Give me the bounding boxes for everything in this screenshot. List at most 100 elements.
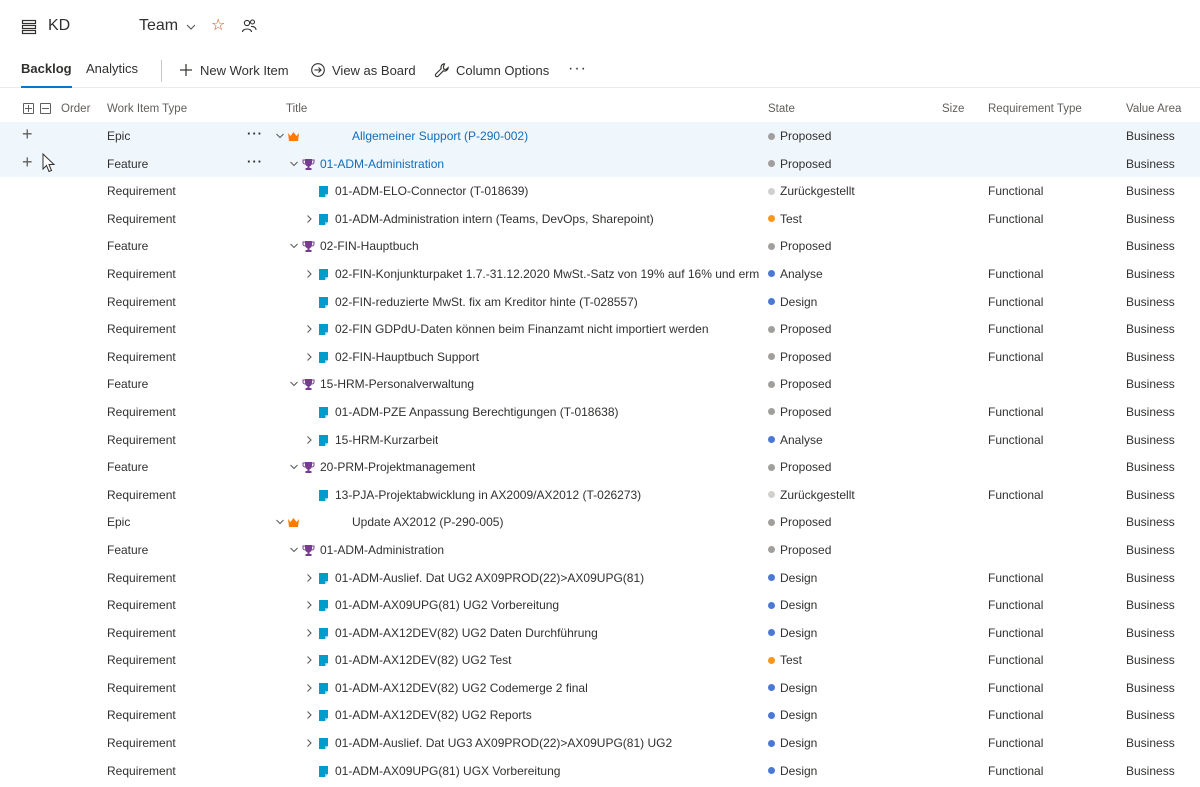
work-item-title[interactable]: 01-ADM-ELO-Connector (T-018639) [335,184,528,198]
backlog-grid: + Epic ··· Allgemeiner Support (P-290-002) P… [0,122,1200,784]
work-item-title[interactable]: 01-ADM-Administration intern (Teams, Dev… [335,212,654,226]
team-selector[interactable]: Team [139,17,178,35]
new-work-item-button[interactable]: New Work Item [178,60,289,80]
column-title[interactable]: Title [286,103,307,115]
table-row[interactable]: Requirement 13-PJA-Projektabwicklung in A… [0,481,1200,509]
state-cell: Proposed [768,239,831,253]
table-row[interactable]: Requirement 01-ADM-AX12DEV(82) UG2 Report… [0,701,1200,729]
table-row[interactable]: Feature 20-PRM-Projektmanagement Proposed B… [0,453,1200,481]
column-requirement-type[interactable]: Requirement Type [988,103,1082,115]
chevron-right-icon[interactable] [304,324,314,334]
chevron-down-icon[interactable] [289,241,299,251]
chevron-right-icon[interactable] [304,628,314,638]
work-item-title[interactable]: 01-ADM-Administration [320,543,444,557]
work-item-title[interactable]: 13-PJA-Projektabwicklung in AX2009/AX201… [335,488,641,502]
row-more-actions-icon[interactable]: ··· [247,126,263,141]
chevron-right-icon[interactable] [304,573,314,583]
table-row[interactable]: + Feature ··· 01-ADM-Administration Proposed… [0,149,1200,178]
tab-backlog[interactable]: Backlog [21,61,72,88]
state-label: Proposed [780,542,832,557]
row-more-actions-icon[interactable]: ··· [247,154,263,169]
team-members-icon[interactable] [241,18,257,34]
tab-analytics[interactable]: Analytics [86,61,138,88]
table-row[interactable]: Requirement 01-ADM-ELO-Connector (T-01863… [0,177,1200,205]
work-item-title[interactable]: 15-HRM-Personalverwaltung [320,377,474,391]
work-item-type: Requirement [107,184,176,199]
table-row[interactable]: Requirement 02-FIN-Konjunkturpaket 1.7.-3… [0,260,1200,288]
table-row[interactable]: Requirement 02-FIN GDPdU-Daten können bei… [0,315,1200,343]
work-item-title[interactable]: 02-FIN-Hauptbuch [320,239,419,253]
chevron-right-icon[interactable] [304,214,314,224]
table-row[interactable]: Requirement 01-ADM-PZE Anpassung Berechti… [0,398,1200,426]
state-cell: Design [768,681,817,695]
work-item-title[interactable]: 02-FIN-reduzierte MwSt. fix am Kreditor … [335,295,638,309]
work-item-title[interactable]: 01-ADM-AX09UPG(81) UGX Vorbereitung [335,764,560,778]
column-work-item-type[interactable]: Work Item Type [107,103,187,115]
work-item-title[interactable]: 01-ADM-AX12DEV(82) UG2 Test [335,653,512,667]
work-item-title[interactable]: 01-ADM-Auslief. Dat UG3 AX09PROD(22)>AX0… [335,736,672,750]
chevron-right-icon[interactable] [304,655,314,665]
chevron-right-icon[interactable] [304,710,314,720]
table-row[interactable]: Feature 15-HRM-Personalverwaltung Proposed… [0,370,1200,398]
more-actions-button[interactable]: ··· [568,60,587,78]
table-row[interactable]: Feature 02-FIN-Hauptbuch Proposed Business [0,232,1200,260]
chevron-right-icon[interactable] [304,738,314,748]
work-item-title[interactable]: 01-ADM-AX12DEV(82) UG2 Daten Durchführun… [335,626,598,640]
chevron-down-icon[interactable] [275,517,285,527]
table-row[interactable]: Requirement 01-ADM-Auslief. Dat UG2 AX09P… [0,564,1200,592]
add-child-icon[interactable]: + [22,125,33,143]
table-row[interactable]: Requirement 01-ADM-AX09UPG(81) UG2 Vorber… [0,591,1200,619]
view-as-board-button[interactable]: View as Board [310,60,416,80]
work-item-title[interactable]: Update AX2012 (P-290-005) [352,515,503,529]
table-row[interactable]: Feature 01-ADM-Administration Proposed Busi… [0,536,1200,564]
work-item-title[interactable]: Allgemeiner Support (P-290-002) [352,129,528,143]
chevron-down-icon[interactable] [289,462,299,472]
chevron-down-icon[interactable] [289,159,299,169]
table-row[interactable]: Requirement 01-ADM-AX09UPG(81) UGX Vorber… [0,757,1200,785]
work-item-title[interactable]: 02-FIN GDPdU-Daten können beim Finanzamt… [335,322,709,336]
chevron-right-icon[interactable] [304,352,314,362]
chevron-right-icon[interactable] [304,435,314,445]
column-size[interactable]: Size [942,103,964,115]
work-item-title[interactable]: 01-ADM-PZE Anpassung Berechtigungen (T-0… [335,405,619,419]
work-item-title[interactable]: 01-ADM-Administration [320,157,444,171]
table-row[interactable]: Requirement 01-ADM-AX12DEV(82) UG2 Test Te… [0,646,1200,674]
work-item-title[interactable]: 01-ADM-AX12DEV(82) UG2 Codemerge 2 final [335,681,588,695]
work-item-title[interactable]: 02-FIN-Hauptbuch Support [335,350,479,364]
chevron-right-icon[interactable] [304,683,314,693]
favorite-star-icon[interactable]: ☆ [211,17,225,35]
work-item-title[interactable]: 02-FIN-Konjunkturpaket 1.7.-31.12.2020 M… [335,267,760,281]
collapse-all-icon[interactable] [40,103,51,114]
chevron-down-icon[interactable] [185,21,197,33]
chevron-down-icon[interactable] [289,379,299,389]
chevron-right-icon[interactable] [304,269,314,279]
state-label: Design [780,625,818,640]
table-row[interactable]: Requirement 01-ADM-AX12DEV(82) UG2 Codeme… [0,674,1200,702]
column-order[interactable]: Order [61,103,90,115]
chevron-down-icon[interactable] [289,545,299,555]
table-row[interactable]: Requirement 01-ADM-AX12DEV(82) UG2 Daten … [0,619,1200,647]
table-row[interactable]: Requirement 01-ADM-Administration intern … [0,205,1200,233]
chevron-right-icon[interactable] [304,600,314,610]
add-child-icon[interactable]: + [22,153,33,171]
expand-all-icon[interactable] [23,103,34,114]
project-name[interactable]: KD [48,17,70,35]
work-item-title[interactable]: 20-PRM-Projektmanagement [320,460,475,474]
state-label: Analyse [780,432,823,447]
column-state[interactable]: State [768,103,795,115]
work-item-title[interactable]: 01-ADM-AX09UPG(81) UG2 Vorbereitung [335,598,559,612]
table-row[interactable]: Epic Update AX2012 (P-290-005) Proposed Bus… [0,508,1200,536]
column-value-area[interactable]: Value Area [1126,103,1181,115]
table-row[interactable]: Requirement 02-FIN-Hauptbuch Support Propo… [0,343,1200,371]
chevron-down-icon[interactable] [275,131,285,141]
table-row[interactable]: Requirement 15-HRM-Kurzarbeit Analyse Funct… [0,426,1200,454]
work-item-type: Requirement [107,349,176,364]
table-row[interactable]: + Epic ··· Allgemeiner Support (P-290-002) P… [0,122,1200,150]
state-cell: Design [768,571,817,585]
work-item-title[interactable]: 01-ADM-Auslief. Dat UG2 AX09PROD(22)>AX0… [335,571,644,585]
column-options-button[interactable]: Column Options [434,60,549,80]
work-item-title[interactable]: 01-ADM-AX12DEV(82) UG2 Reports [335,708,532,722]
table-row[interactable]: Requirement 01-ADM-Auslief. Dat UG3 AX09P… [0,729,1200,757]
table-row[interactable]: Requirement 02-FIN-reduzierte MwSt. fix a… [0,288,1200,316]
work-item-title[interactable]: 15-HRM-Kurzarbeit [335,433,438,447]
